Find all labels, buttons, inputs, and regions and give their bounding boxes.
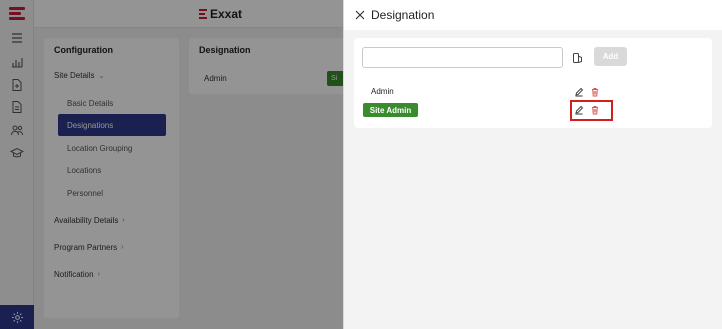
designation-row-admin-label: Admin [371, 87, 394, 96]
trash-icon [590, 87, 600, 97]
drawer-header: Designation [344, 0, 722, 30]
close-icon [355, 10, 365, 20]
drawer-title: Designation [371, 8, 435, 22]
highlight-box [570, 100, 613, 121]
add-button[interactable]: Add [594, 47, 627, 66]
designation-card: Add Admin Site Admin [354, 38, 712, 128]
modal-overlay[interactable] [0, 0, 343, 329]
close-button[interactable] [353, 8, 367, 22]
delete-admin-button[interactable] [589, 86, 601, 98]
tag-picker-icon[interactable] [571, 51, 584, 64]
designation-input[interactable] [362, 47, 563, 68]
designation-badge-site-admin: Site Admin [363, 103, 418, 117]
designation-drawer: Designation Add Admin Site Admin [343, 0, 722, 329]
edit-admin-button[interactable] [573, 86, 585, 98]
pencil-icon [574, 87, 584, 97]
